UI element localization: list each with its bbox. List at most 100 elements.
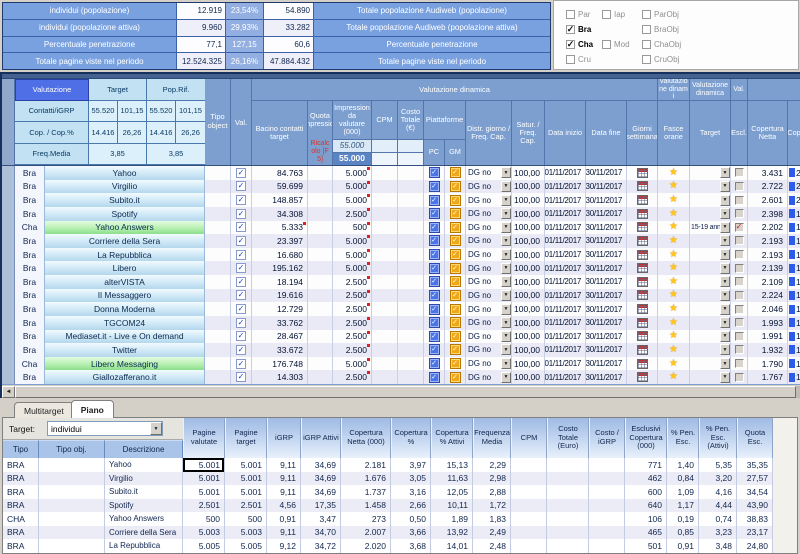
calendar-icon[interactable] <box>637 209 648 219</box>
checkbox-icon[interactable] <box>642 40 651 49</box>
data-inizio-cell[interactable]: 01/11/2017 <box>545 261 586 275</box>
filter-checkbox-mod[interactable]: Mod <box>602 40 642 49</box>
star-icon[interactable]: ★ <box>669 236 678 246</box>
valuation-checkbox[interactable] <box>236 168 246 178</box>
data-inizio-cell[interactable]: 01/11/2017 <box>545 248 586 262</box>
dropdown-arrow-icon[interactable]: ▼ <box>501 235 511 246</box>
satur-cell[interactable]: 100,00 <box>512 207 545 221</box>
fasce-orarie-cell[interactable]: ★ <box>658 207 690 221</box>
dropdown-arrow-icon[interactable]: ▼ <box>720 358 730 369</box>
costo-totale-column-header[interactable]: Costo Totale (Euro) <box>547 418 589 458</box>
escl-checkbox[interactable] <box>735 250 744 259</box>
data-fine-cell[interactable]: 30/11/2017 <box>586 370 627 384</box>
val-column-header[interactable]: Val. <box>231 79 252 165</box>
plan-row[interactable]: Bra Yahoo 84.763 5.000 DG no▼ 100,00 01/… <box>2 166 800 180</box>
calendar-icon[interactable] <box>637 304 648 314</box>
plan-row[interactable]: Bra Spotify 34.308 2.500 DG no▼ 100,00 0… <box>2 207 800 221</box>
valuation-checkbox[interactable] <box>236 181 246 191</box>
impression-cell[interactable]: 2.500 <box>333 207 372 221</box>
escl-checkbox[interactable] <box>735 332 744 341</box>
giorni-settimana-cell[interactable] <box>627 370 658 384</box>
dropdown-arrow-icon[interactable]: ▼ <box>501 331 511 342</box>
site-name-cell[interactable]: Libero <box>45 261 205 275</box>
igrp-attivi-column-header[interactable]: iGRP Attivi <box>301 418 341 458</box>
scrollbar-track[interactable] <box>796 386 800 398</box>
data-fine-cell[interactable]: 30/11/2017 <box>586 343 627 357</box>
site-name-cell[interactable]: Yahoo <box>45 166 205 180</box>
gm-checkbox[interactable] <box>450 195 461 206</box>
escl-cell[interactable] <box>731 261 748 275</box>
pc-checkbox[interactable] <box>429 235 440 246</box>
results-row[interactable]: BRA Corriere della Sera 5.003 5.003 9,11… <box>3 526 773 540</box>
star-icon[interactable]: ★ <box>669 195 678 205</box>
satur-cell[interactable]: 100,00 <box>512 316 545 330</box>
filter-checkbox-parobj[interactable]: ParObj <box>642 10 798 19</box>
cpm-cell[interactable] <box>372 261 398 275</box>
calendar-icon[interactable] <box>637 359 648 369</box>
row-gutter[interactable] <box>2 330 15 344</box>
dropdown-arrow-icon[interactable]: ▼ <box>720 372 730 383</box>
plan-row[interactable]: Bra Twitter 33.672 2.500 DG no▼ 100,00 0… <box>2 343 800 357</box>
cpm-cell[interactable] <box>372 275 398 289</box>
site-name-cell[interactable]: Yahoo Answers <box>45 221 205 235</box>
gm-checkbox[interactable] <box>450 276 461 287</box>
checkbox-icon[interactable] <box>642 10 651 19</box>
fasce-orarie-cell[interactable]: ★ <box>658 275 690 289</box>
giorni-settimana-cell[interactable] <box>627 316 658 330</box>
star-icon[interactable]: ★ <box>669 304 678 314</box>
cpm-column-header[interactable]: CPM <box>511 418 547 458</box>
target-dropdown[interactable]: ▼ <box>690 330 731 344</box>
fasce-orarie-cell[interactable]: ★ <box>658 302 690 316</box>
distr-column-header[interactable]: Distr. giorno / Freq. Cap. <box>466 101 512 165</box>
site-name-cell[interactable]: TGCOM24 <box>45 316 205 330</box>
dropdown-arrow-icon[interactable]: ▼ <box>720 222 730 233</box>
copertura-pct-attivi-column-header[interactable]: Copertura % Attivi <box>431 418 473 458</box>
data-inizio-cell[interactable]: 01/11/2017 <box>545 343 586 357</box>
impression-cell[interactable]: 2.500 <box>333 289 372 303</box>
dropdown-arrow-icon[interactable]: ▼ <box>720 276 730 287</box>
data-inizio-cell[interactable]: 01/11/2017 <box>545 330 586 344</box>
filter-checkbox-cruobj[interactable]: CruObj <box>642 55 798 64</box>
site-name-cell[interactable]: alterVISTA <box>45 275 205 289</box>
quota-impression-cell[interactable] <box>308 193 333 207</box>
satur-column-header[interactable]: Satur. / Freq. Cap. <box>512 101 545 165</box>
gm-checkbox[interactable] <box>450 331 461 342</box>
pen-esc-column-header[interactable]: % Pen. Esc. <box>667 418 699 458</box>
satur-cell[interactable]: 100,00 <box>512 330 545 344</box>
plan-row[interactable]: Cha Libero Messaging 176.748 5.000 DG no… <box>2 357 800 371</box>
escl-checkbox[interactable] <box>735 373 744 382</box>
escl-checkbox[interactable] <box>735 264 744 273</box>
data-inizio-cell[interactable]: 01/11/2017 <box>545 166 586 180</box>
giorni-settimana-cell[interactable] <box>627 302 658 316</box>
escl-cell[interactable] <box>731 180 748 194</box>
results-row[interactable]: BRA Virgilio 5.001 5.001 9,11 34,69 1.67… <box>3 472 773 486</box>
distr-dropdown[interactable]: DG no▼ <box>466 302 512 316</box>
valuation-checkbox[interactable] <box>236 318 246 328</box>
impression-cell[interactable]: 5.000 <box>333 261 372 275</box>
gm-checkbox[interactable] <box>450 344 461 355</box>
valuation-checkbox[interactable] <box>236 331 246 341</box>
distr-dropdown[interactable]: DG no▼ <box>466 234 512 248</box>
data-fine-cell[interactable]: 30/11/2017 <box>586 248 627 262</box>
quota-impression-cell[interactable] <box>308 357 333 371</box>
row-gutter[interactable] <box>2 207 15 221</box>
escl-cell[interactable] <box>731 207 748 221</box>
giorni-settimana-cell[interactable] <box>627 343 658 357</box>
filter-checkbox-chaobj[interactable]: ChaObj <box>642 40 798 49</box>
fasce-orarie-cell[interactable]: ★ <box>658 248 690 262</box>
cpm-cell[interactable] <box>372 330 398 344</box>
pc-checkbox[interactable] <box>429 304 440 315</box>
dropdown-arrow-icon[interactable]: ▼ <box>501 290 511 301</box>
checkbox-icon[interactable] <box>566 25 575 34</box>
giorni-settimana-cell[interactable] <box>627 261 658 275</box>
calendar-icon[interactable] <box>637 372 648 382</box>
fasce-orarie-cell[interactable]: ★ <box>658 370 690 384</box>
escl-cell[interactable] <box>731 289 748 303</box>
row-gutter[interactable] <box>2 248 15 262</box>
target-dropdown[interactable]: ▼ <box>690 370 731 384</box>
site-name-cell[interactable]: Twitter <box>45 343 205 357</box>
escl-cell[interactable] <box>731 275 748 289</box>
dropdown-arrow-icon[interactable]: ▼ <box>501 249 511 260</box>
pc-checkbox[interactable] <box>429 331 440 342</box>
distr-dropdown[interactable]: DG no▼ <box>466 357 512 371</box>
